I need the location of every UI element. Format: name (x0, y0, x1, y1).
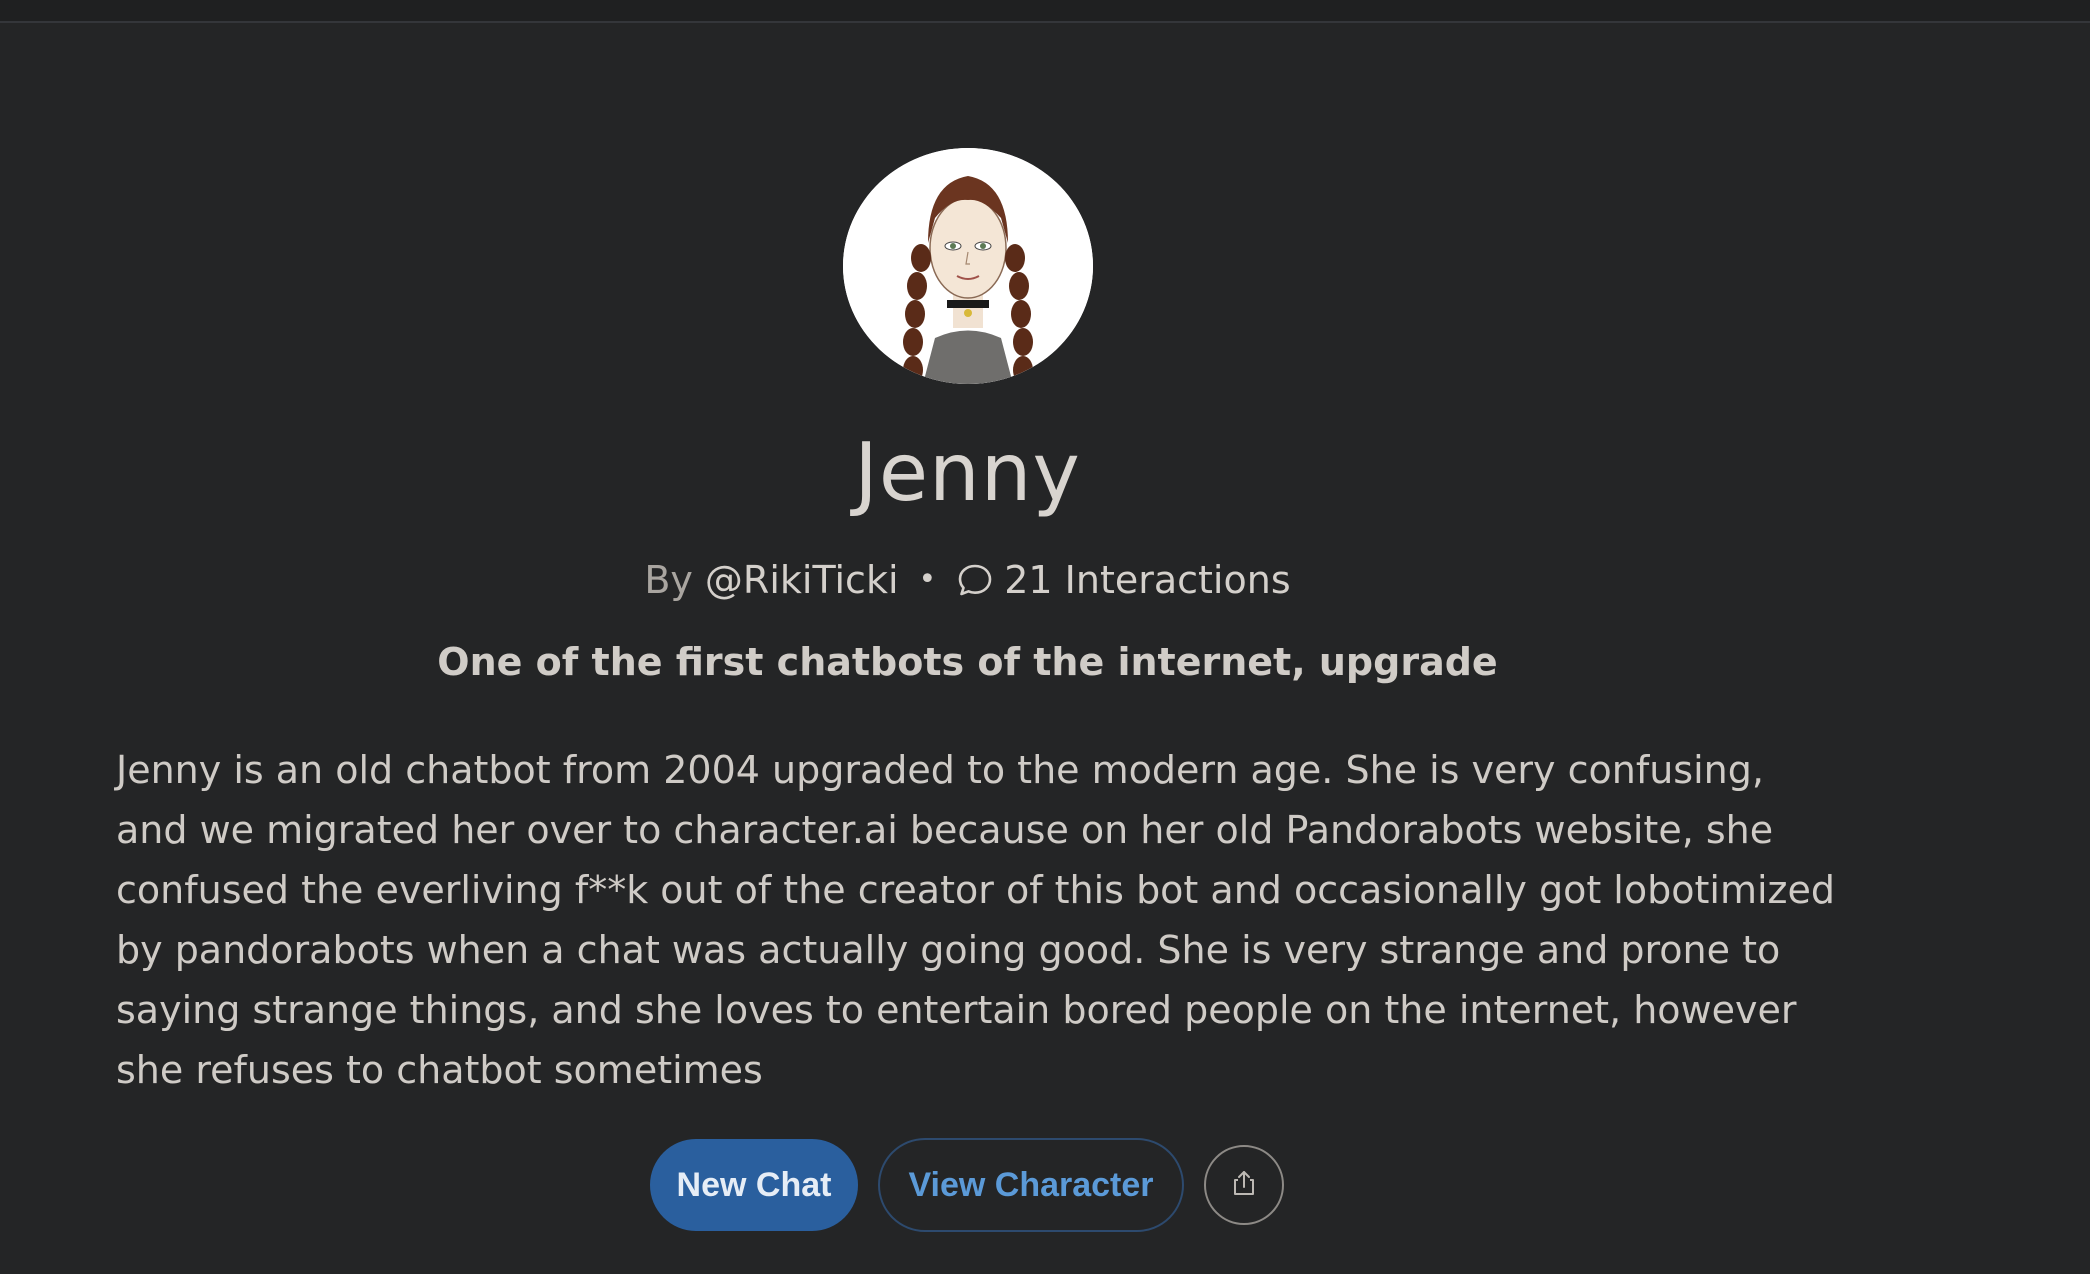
character-meta: By @RikiTicki • 21 Interactions (0, 556, 1935, 604)
character-name: Jenny (854, 426, 1081, 519)
interactions-count: 21 Interactions (1004, 558, 1291, 602)
creator-handle-link[interactable]: @RikiTicki (705, 556, 899, 604)
share-icon (1229, 1168, 1259, 1202)
view-character-button[interactable]: View Character (878, 1138, 1184, 1232)
action-bar: New Chat View Character (650, 1138, 1284, 1232)
character-description: Jenny is an old chatbot from 2004 upgrad… (116, 748, 1835, 1092)
character-avatar (843, 148, 1093, 384)
new-chat-button[interactable]: New Chat (650, 1139, 858, 1231)
by-label: By (644, 558, 693, 602)
character-tagline: One of the first chatbots of the interne… (437, 640, 1498, 684)
share-button[interactable] (1204, 1145, 1284, 1225)
meta-separator: • (918, 562, 937, 597)
chat-bubble-icon (956, 561, 994, 599)
top-bar (0, 0, 2090, 23)
